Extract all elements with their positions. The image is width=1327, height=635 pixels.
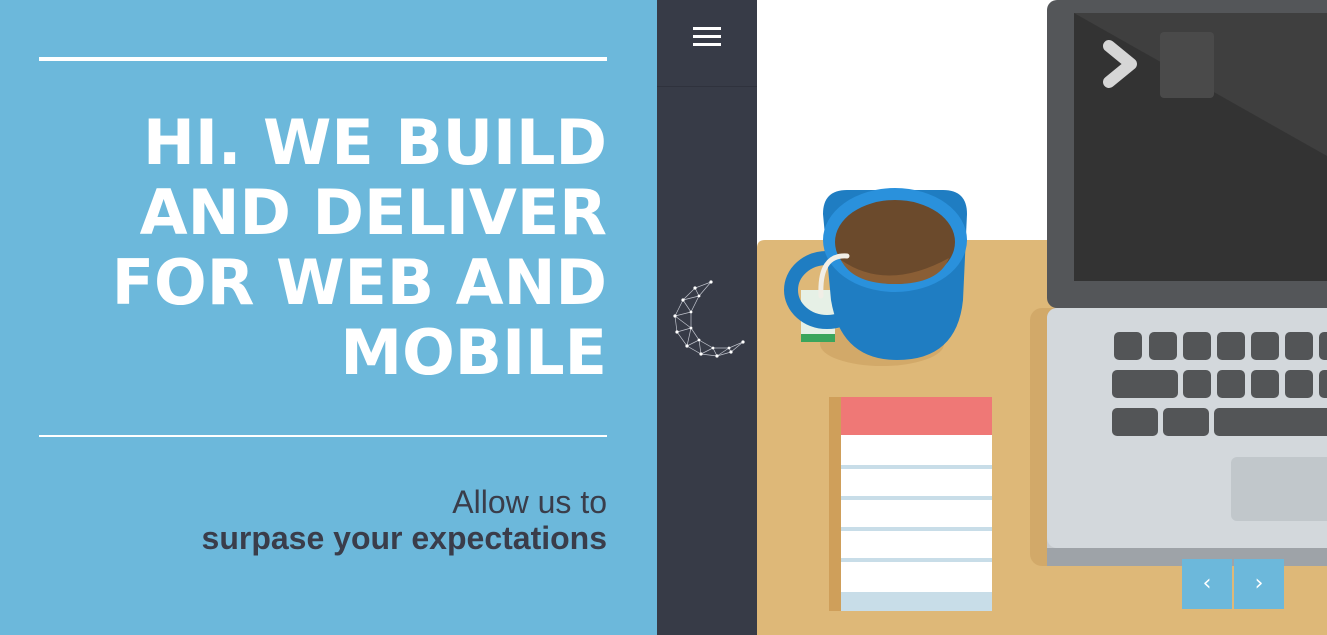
- desk-scene: [757, 0, 1327, 635]
- tagline-bold: surpase your expectations: [201, 520, 607, 556]
- crescent-moon-constellation-icon[interactable]: [669, 278, 749, 364]
- sidebar: [657, 0, 757, 635]
- hamburger-icon[interactable]: [693, 27, 721, 47]
- headline-line: FOR WEB AND: [111, 246, 607, 319]
- slider-prev-button[interactable]: ‹: [1182, 559, 1232, 609]
- middle-divider: [39, 435, 607, 437]
- desk-illustration: [757, 0, 1327, 635]
- chevron-left-icon: ‹: [1202, 571, 1212, 596]
- menu-box: [657, 0, 757, 87]
- hero-panel: HI. WE BUILD AND DELIVER FOR WEB AND MOB…: [0, 0, 657, 635]
- tagline-light: Allow us to: [452, 484, 607, 520]
- headline-line: HI. WE BUILD: [142, 106, 607, 179]
- hero-headline: HI. WE BUILD AND DELIVER FOR WEB AND MOB…: [47, 108, 607, 388]
- chevron-right-icon: ›: [1254, 571, 1264, 596]
- slider-next-button[interactable]: ›: [1234, 559, 1284, 609]
- headline-line: AND DELIVER: [139, 176, 607, 249]
- top-divider: [39, 57, 607, 61]
- headline-line: MOBILE: [340, 316, 607, 389]
